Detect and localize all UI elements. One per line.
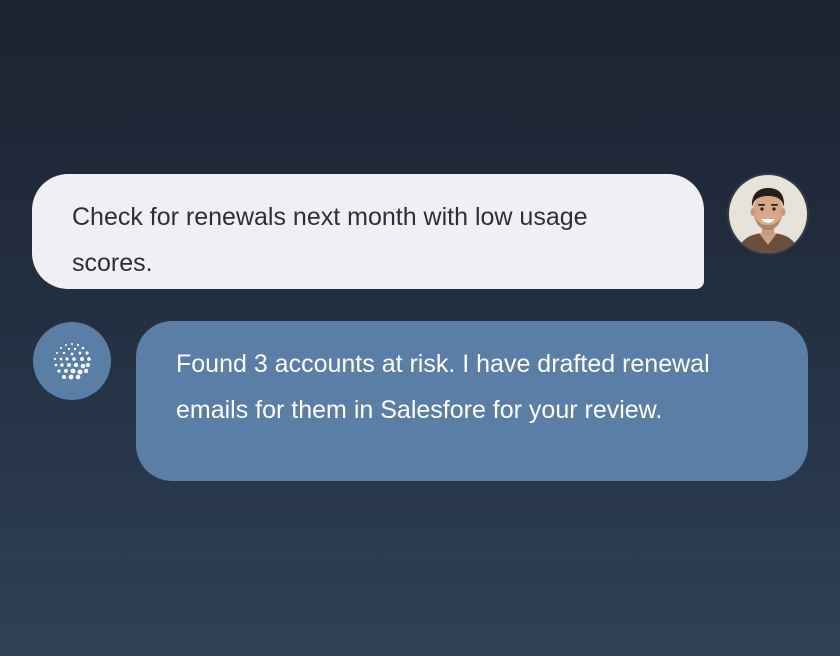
assistant-message-bubble: Found 3 accounts at risk. I have drafted… <box>136 321 808 481</box>
user-avatar[interactable] <box>729 175 807 253</box>
assistant-avatar <box>33 322 111 400</box>
ai-dot-sphere-icon <box>53 343 91 380</box>
user-message-bubble: Check for renewals next month with low u… <box>32 174 704 289</box>
assistant-message-text: Found 3 accounts at risk. I have drafted… <box>176 350 710 424</box>
user-photo-icon <box>729 175 807 253</box>
chat-thread: Check for renewals next month with low u… <box>0 0 840 656</box>
user-message-text: Check for renewals next month with low u… <box>72 203 588 277</box>
